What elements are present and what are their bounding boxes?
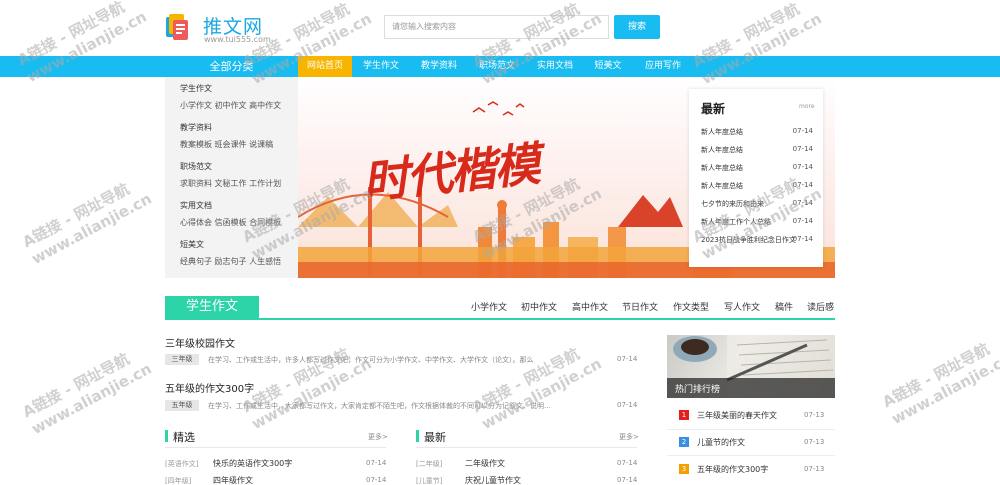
category-title[interactable]: 职场范文 xyxy=(180,161,212,172)
latest-item-date: 07-14 xyxy=(792,235,813,243)
newest-divider xyxy=(416,447,637,448)
newest-item-date: 07-14 xyxy=(617,476,638,484)
latest-item-text[interactable]: 新人年度总结 xyxy=(701,128,743,136)
category-title[interactable]: 实用文档 xyxy=(180,200,212,211)
section-link[interactable]: 节日作文 xyxy=(622,300,658,313)
featured-item-title[interactable]: 快乐的英语作文300字 xyxy=(213,458,292,469)
latest-item-date: 07-14 xyxy=(792,145,813,153)
watermark: A链接 - 网址导航 www.alianjie.cn xyxy=(239,336,375,433)
hot-rank-number: 1 xyxy=(679,410,689,420)
latest-item-text[interactable]: 新人年度总结 xyxy=(701,146,743,154)
category-links[interactable]: 小学作文 初中作文 高中作文 xyxy=(180,100,281,111)
featured-item-date: 07-14 xyxy=(366,459,387,467)
article-tag[interactable]: 三年级 xyxy=(165,354,199,365)
search-button[interactable]: 搜索 xyxy=(614,15,660,39)
featured-item-date: 07-14 xyxy=(366,476,387,484)
article-tag[interactable]: 五年级 xyxy=(165,400,199,411)
featured-title: 精选 xyxy=(173,431,195,444)
latest-title: 最新 xyxy=(701,102,726,116)
hot-rank-divider xyxy=(667,455,835,456)
newest-item-category[interactable]: [二年级] xyxy=(416,459,442,469)
featured-item-category[interactable]: [四年级] xyxy=(165,476,191,485)
article-title[interactable]: 三年级校园作文 xyxy=(165,335,235,350)
newest-more-link[interactable]: 更多> xyxy=(619,432,639,442)
section-link[interactable]: 写人作文 xyxy=(724,300,760,313)
featured-marker xyxy=(165,430,168,442)
newest-marker xyxy=(416,430,419,442)
section-link[interactable]: 高中作文 xyxy=(572,300,608,313)
latest-item-text[interactable]: 新人年度总结 xyxy=(701,182,743,190)
article-title[interactable]: 五年级的作文300字 xyxy=(165,380,254,395)
hot-rank-divider xyxy=(667,429,835,430)
watermark: A链接 - 网址导航 www.alianjie.cn xyxy=(469,336,605,433)
nav-item-teaching[interactable]: 教学资料 xyxy=(414,56,464,77)
latest-item-date: 07-14 xyxy=(792,217,813,225)
section-link[interactable]: 稿件 xyxy=(775,300,793,313)
hot-rank-item[interactable]: 三年级美丽的春天作文 xyxy=(697,410,777,421)
featured-more-link[interactable]: 更多> xyxy=(368,432,388,442)
newest-item-category[interactable]: [儿童节] xyxy=(416,476,442,485)
latest-more-link[interactable]: more xyxy=(799,103,815,110)
section-link[interactable]: 作文类型 xyxy=(673,300,709,313)
newest-item-title[interactable]: 二年级作文 xyxy=(465,458,505,469)
page: 推文网 www.tui555.com 请您输入搜索内容 搜索 全部分类 网站首页… xyxy=(0,0,1000,485)
category-links[interactable]: 求职资料 文秘工作 工作计划 xyxy=(180,178,281,189)
hot-rank-date: 07-13 xyxy=(804,411,825,419)
latest-item-text[interactable]: 新人年度总结 xyxy=(701,164,743,172)
featured-item-category[interactable]: [英语作文] xyxy=(165,459,198,469)
article-date: 07-14 xyxy=(617,355,638,363)
hot-rank-title: 热门排行榜 xyxy=(675,385,721,395)
hot-rank-number: 2 xyxy=(679,437,689,447)
latest-item-date: 07-14 xyxy=(792,127,813,135)
newest-title: 最新 xyxy=(424,431,446,444)
category-title[interactable]: 短美文 xyxy=(180,239,204,250)
hot-rank-item[interactable]: 五年级的作文300字 xyxy=(697,464,768,475)
watermark: A链接 - 网址导航 www.alianjie.cn xyxy=(879,331,1000,428)
category-links[interactable]: 教案模板 班会课件 说课稿 xyxy=(180,139,273,150)
watermark: A链接 - 网址导航 www.alianjie.cn xyxy=(19,171,155,268)
nav-item-writing[interactable]: 应用写作 xyxy=(638,56,688,77)
nav-item-student-essays[interactable]: 学生作文 xyxy=(356,56,406,77)
hot-rank-date: 07-13 xyxy=(804,465,825,473)
nav-item-short-essays[interactable]: 短美文 xyxy=(586,56,630,77)
newest-item-date: 07-14 xyxy=(617,459,638,467)
watermark: A链接 - 网址导航 www.alianjie.cn xyxy=(19,341,155,438)
section-link[interactable]: 读后感 xyxy=(807,300,834,313)
site-logo-icon[interactable] xyxy=(165,13,189,41)
section-divider xyxy=(165,318,835,320)
article-date: 07-14 xyxy=(617,401,638,409)
category-title[interactable]: 学生作文 xyxy=(180,83,212,94)
section-link[interactable]: 小学作文 xyxy=(471,300,507,313)
hot-rank-number: 3 xyxy=(679,464,689,474)
featured-item-title[interactable]: 四年级作文 xyxy=(213,475,253,485)
featured-divider xyxy=(165,447,386,448)
section-link[interactable]: 初中作文 xyxy=(521,300,557,313)
section-tab-student-essays[interactable]: 学生作文 xyxy=(165,296,259,318)
hot-rank-item[interactable]: 儿童节的作文 xyxy=(697,437,745,448)
latest-item[interactable]: 新人年度总结 07-14 xyxy=(701,145,813,155)
latest-item[interactable]: 新人年度总结 07-14 xyxy=(701,127,813,137)
hot-rank-date: 07-13 xyxy=(804,438,825,446)
newest-item-title[interactable]: 庆祝儿童节作文 xyxy=(465,475,521,485)
category-title[interactable]: 教学资料 xyxy=(180,122,212,133)
article-summary: 在学习、工作或生活中，许多人都写过作文吧，作文可分为小学作文、中学作文、大学作文… xyxy=(208,356,534,364)
